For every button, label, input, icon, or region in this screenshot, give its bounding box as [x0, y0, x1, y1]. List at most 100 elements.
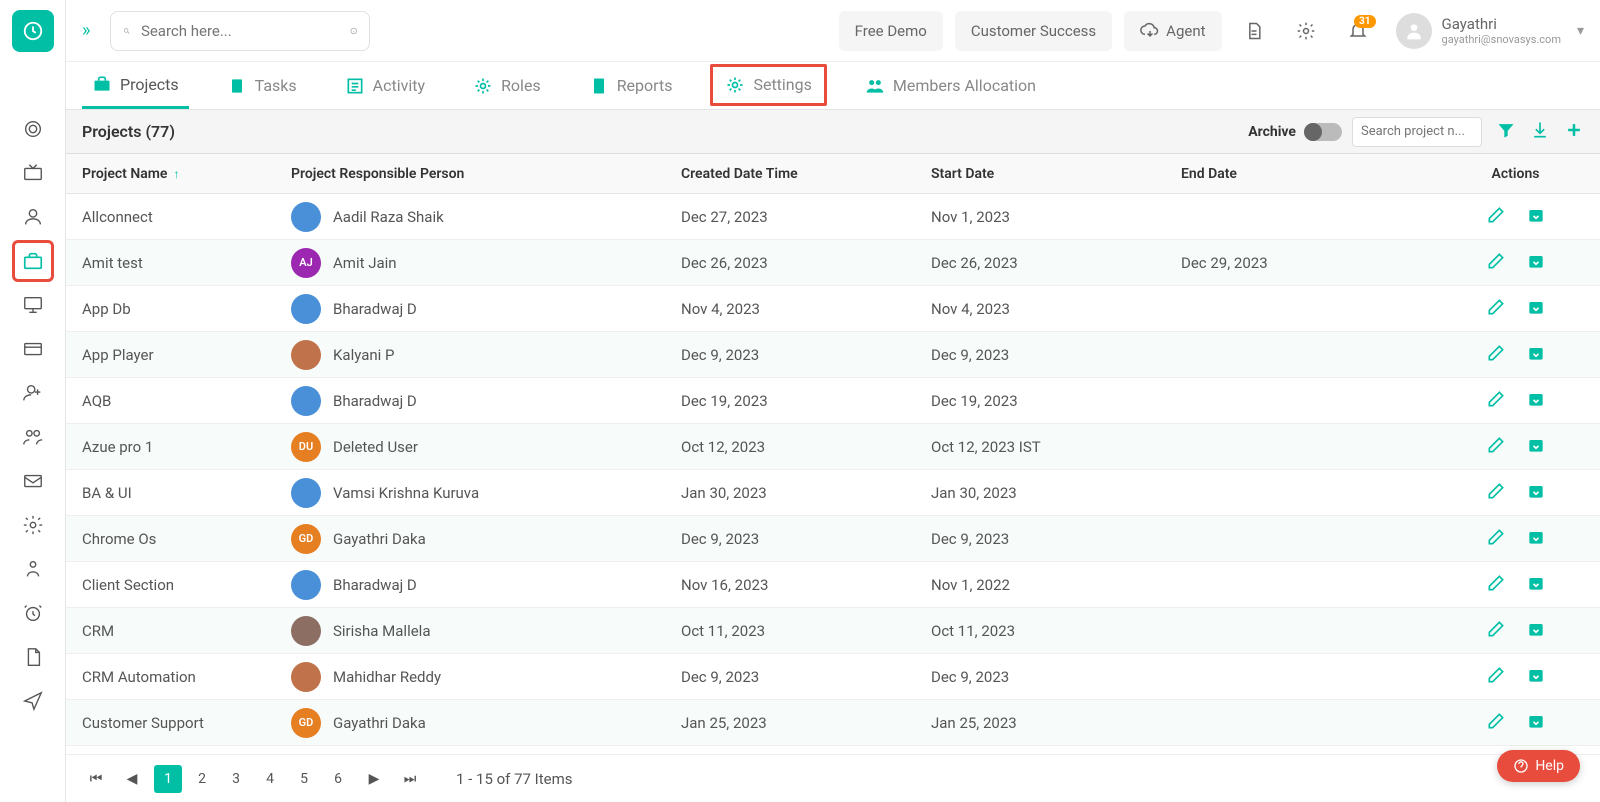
cell-start: Dec 9, 2023	[931, 668, 1181, 686]
edit-icon[interactable]	[1486, 205, 1506, 229]
page-number[interactable]: 3	[222, 765, 250, 793]
nav-target-icon[interactable]	[12, 108, 54, 150]
avatar: DU	[291, 432, 321, 462]
col-responsible-person[interactable]: Project Responsible Person	[291, 166, 681, 182]
archive-icon[interactable]	[1526, 435, 1546, 459]
cell-start: Oct 11, 2023	[931, 622, 1181, 640]
nav-monitor-icon[interactable]	[12, 284, 54, 326]
edit-icon[interactable]	[1486, 435, 1506, 459]
edit-icon[interactable]	[1486, 481, 1506, 505]
cell-person: AJ Amit Jain	[291, 248, 681, 278]
tab-settings[interactable]: Settings	[710, 64, 826, 106]
edit-icon[interactable]	[1486, 389, 1506, 413]
tab-activity[interactable]: Activity	[335, 62, 435, 109]
help-button[interactable]: Help	[1497, 750, 1580, 782]
nav-briefcase-icon[interactable]	[12, 240, 54, 282]
global-search[interactable]	[110, 11, 370, 51]
table-row: Customer Support GD Gayathri Daka Jan 25…	[66, 700, 1600, 746]
edit-icon[interactable]	[1486, 711, 1506, 735]
download-icon[interactable]	[1530, 120, 1550, 144]
cell-end: Dec 29, 2023	[1181, 254, 1431, 272]
edit-icon[interactable]	[1486, 297, 1506, 321]
cell-person: Mahidhar Reddy	[291, 662, 681, 692]
nav-file-icon[interactable]	[12, 636, 54, 678]
archive-icon[interactable]	[1526, 205, 1546, 229]
tab-projects[interactable]: Projects	[82, 62, 189, 109]
agent-button[interactable]: Agent	[1124, 11, 1221, 51]
cell-created: Dec 9, 2023	[681, 346, 931, 364]
page-last-icon[interactable]: ⏭	[396, 765, 424, 793]
nav-tv-icon[interactable]	[12, 152, 54, 194]
left-nav-rail	[0, 0, 66, 802]
col-project-name[interactable]: Project Name↑	[66, 166, 291, 182]
table-row: CRM Sirisha Mallela Oct 11, 2023 Oct 11,…	[66, 608, 1600, 654]
page-next-icon[interactable]: ▶	[360, 765, 388, 793]
clipboard-icon	[227, 76, 247, 96]
archive-icon[interactable]	[1526, 251, 1546, 275]
page-first-icon[interactable]: ⏮	[82, 765, 110, 793]
tab-roles[interactable]: Roles	[463, 62, 551, 109]
edit-icon[interactable]	[1486, 251, 1506, 275]
filter-icon[interactable]	[1496, 120, 1516, 144]
avatar	[291, 340, 321, 370]
avatar	[291, 478, 321, 508]
nav-card-icon[interactable]	[12, 328, 54, 370]
col-created-date[interactable]: Created Date Time	[681, 166, 931, 182]
avatar: GD	[291, 708, 321, 738]
page-prev-icon[interactable]: ◀	[118, 765, 146, 793]
page-number[interactable]: 1	[154, 765, 182, 793]
add-icon[interactable]	[1564, 120, 1584, 144]
nav-alarm-icon[interactable]	[12, 592, 54, 634]
archive-icon[interactable]	[1526, 343, 1546, 367]
archive-toggle[interactable]	[1304, 123, 1342, 141]
archive-icon[interactable]	[1526, 665, 1546, 689]
notifications-icon[interactable]: 31	[1338, 11, 1378, 51]
avatar	[291, 570, 321, 600]
archive-icon[interactable]	[1526, 389, 1546, 413]
table-row: Chrome Os GD Gayathri Daka Dec 9, 2023 D…	[66, 516, 1600, 562]
nav-user-icon[interactable]	[12, 196, 54, 238]
edit-icon[interactable]	[1486, 343, 1506, 367]
user-menu[interactable]: Gayathri gayathri@snovasys.com ▾	[1396, 13, 1584, 49]
free-demo-button[interactable]: Free Demo	[839, 11, 943, 51]
cell-project-name: Customer Support	[66, 714, 291, 732]
tab-reports[interactable]: Reports	[579, 62, 683, 109]
document-icon[interactable]	[1234, 11, 1274, 51]
edit-icon[interactable]	[1486, 527, 1506, 551]
edit-icon[interactable]	[1486, 619, 1506, 643]
nav-add-user-icon[interactable]	[12, 372, 54, 414]
col-start-date[interactable]: Start Date	[931, 166, 1181, 182]
col-end-date[interactable]: End Date	[1181, 166, 1431, 182]
page-number[interactable]: 5	[290, 765, 318, 793]
nav-team-icon[interactable]	[12, 416, 54, 458]
edit-icon[interactable]	[1486, 665, 1506, 689]
search-input[interactable]	[141, 22, 340, 40]
edit-icon[interactable]	[1486, 573, 1506, 597]
cell-start: Jan 30, 2023	[931, 484, 1181, 502]
people-icon	[865, 76, 885, 96]
nav-person-icon[interactable]	[12, 548, 54, 590]
page-number[interactable]: 6	[324, 765, 352, 793]
nav-gear-icon[interactable]	[12, 504, 54, 546]
nav-mail-icon[interactable]	[12, 460, 54, 502]
tab-label: Settings	[753, 75, 811, 94]
archive-icon[interactable]	[1526, 481, 1546, 505]
tab-tasks[interactable]: Tasks	[217, 62, 307, 109]
tab-label: Reports	[617, 76, 673, 95]
cell-start: Nov 1, 2023	[931, 208, 1181, 226]
settings-gear-icon[interactable]	[1286, 11, 1326, 51]
customer-success-button[interactable]: Customer Success	[955, 11, 1112, 51]
page-number[interactable]: 4	[256, 765, 284, 793]
project-search-input[interactable]	[1352, 117, 1482, 147]
archive-icon[interactable]	[1526, 573, 1546, 597]
tab-members-allocation[interactable]: Members Allocation	[855, 62, 1046, 109]
archive-icon[interactable]	[1526, 711, 1546, 735]
archive-icon[interactable]	[1526, 297, 1546, 321]
archive-icon[interactable]	[1526, 619, 1546, 643]
expand-sidebar-icon[interactable]: »	[82, 20, 90, 41]
nav-send-icon[interactable]	[12, 680, 54, 722]
archive-icon[interactable]	[1526, 527, 1546, 551]
app-logo[interactable]	[12, 10, 54, 52]
cell-created: Nov 4, 2023	[681, 300, 931, 318]
page-number[interactable]: 2	[188, 765, 216, 793]
